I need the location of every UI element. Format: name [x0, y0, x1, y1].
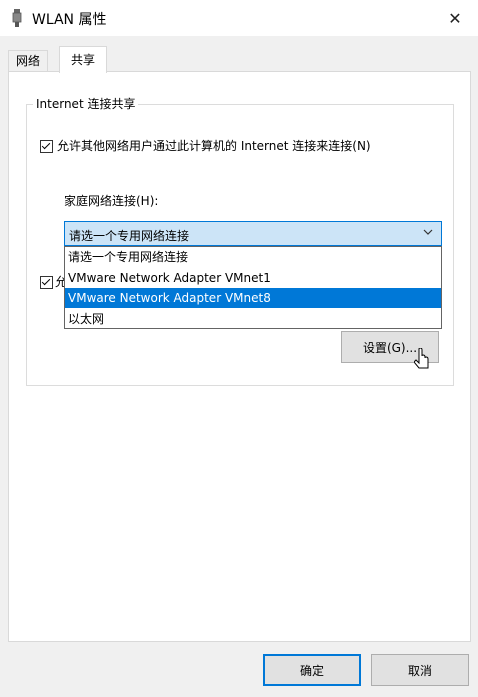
ok-button-label: 确定: [299, 663, 324, 678]
allow-sharing-label: 允许其他网络用户通过此计算机的 Internet 连接来连接(N): [57, 139, 371, 153]
tab-network[interactable]: 网络: [8, 50, 48, 72]
home-network-dropdown-list: 请选一个专用网络连接 VMware Network Adapter VMnet1…: [64, 246, 442, 329]
tab-sharing[interactable]: 共享: [59, 46, 107, 73]
home-network-selected-value: 请选一个专用网络连接: [69, 229, 190, 243]
allow-sharing-checkbox[interactable]: [40, 140, 53, 153]
close-button[interactable]: ✕: [432, 0, 478, 36]
chevron-down-icon: [423, 227, 433, 240]
home-network-label: 家庭网络连接(H):: [64, 194, 159, 208]
dropdown-option[interactable]: 以太网: [65, 309, 441, 329]
allow-control-checkbox[interactable]: [40, 276, 53, 289]
dropdown-option-highlighted[interactable]: VMware Network Adapter VMnet8: [65, 288, 441, 308]
mouse-pointer-icon: [414, 348, 429, 369]
window-title: WLAN 属性: [32, 12, 107, 28]
ok-button[interactable]: 确定: [263, 654, 361, 686]
close-icon: ✕: [448, 8, 462, 28]
dropdown-option[interactable]: VMware Network Adapter VMnet1: [65, 268, 441, 288]
dropdown-option[interactable]: 请选一个专用网络连接: [65, 247, 441, 267]
settings-button-label: 设置(G)...: [362, 340, 418, 355]
title-bar: WLAN 属性 ✕: [0, 0, 478, 36]
cancel-button-label: 取消: [407, 663, 432, 678]
ics-group-title: Internet 连接共享: [33, 95, 139, 112]
wifi-adapter-icon: [12, 9, 22, 27]
home-network-select[interactable]: 请选一个专用网络连接: [64, 221, 442, 246]
cancel-button[interactable]: 取消: [371, 654, 469, 686]
